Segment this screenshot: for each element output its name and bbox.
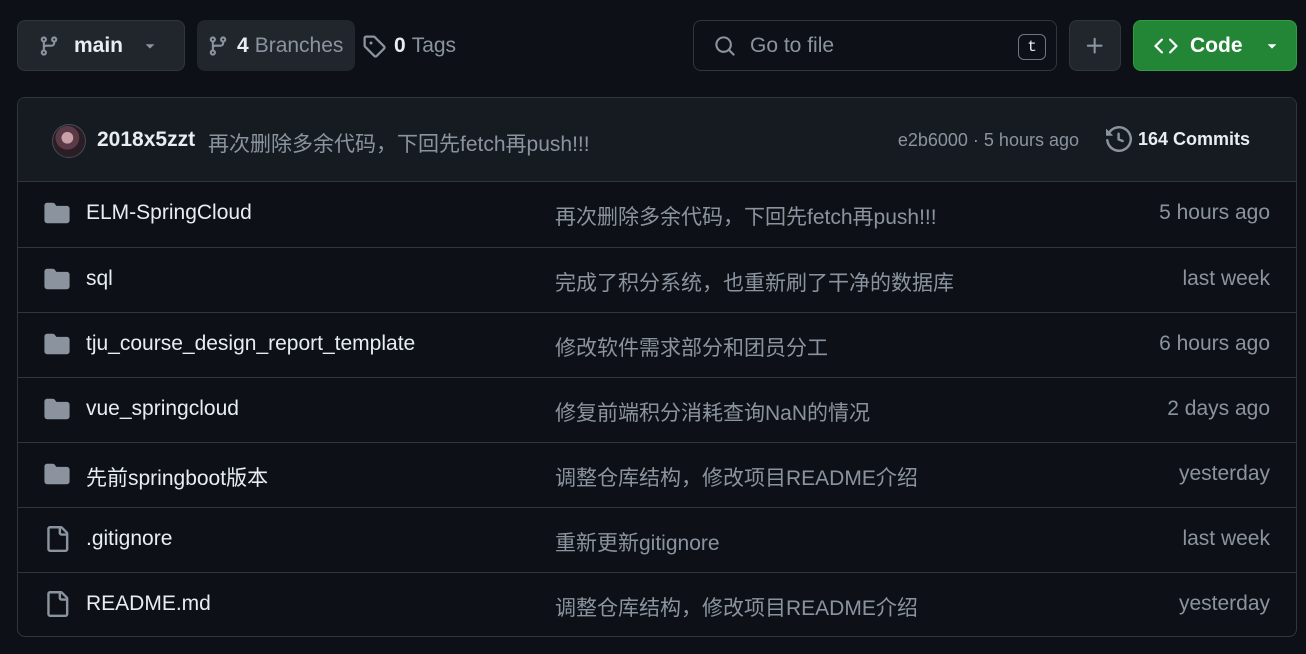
file-row[interactable]: sql 完成了积分系统，也重新刷了干净的数据库 last week — [18, 247, 1296, 312]
latest-commit-header: 2018x5zzt 再次删除多余代码，下回先fetch再push!!! e2b6… — [18, 98, 1296, 182]
file-name-link[interactable]: README.md — [86, 592, 211, 616]
file-name-link[interactable]: ELM-SpringCloud — [86, 201, 252, 225]
folder-icon — [44, 398, 70, 420]
file-commit-message-link[interactable]: 完成了积分系统，也重新刷了干净的数据库 — [555, 267, 954, 297]
file-icon — [44, 591, 70, 617]
go-to-file-search[interactable]: t — [693, 20, 1057, 71]
code-button-label: Code — [1190, 33, 1243, 57]
file-commit-time: 6 hours ago — [1159, 332, 1270, 355]
commits-count: 164 Commits — [1137, 128, 1250, 149]
file-name-link[interactable]: .gitignore — [86, 527, 172, 551]
file-row[interactable]: tju_course_design_report_template 修改软件需求部… — [18, 312, 1296, 377]
file-commit-message-link[interactable]: 重新更新gitignore — [555, 527, 720, 557]
file-icon — [44, 526, 70, 552]
folder-icon — [44, 333, 70, 355]
commits-history-link[interactable]: 164 Commits — [1105, 126, 1250, 152]
file-commit-message-link[interactable]: 修改软件需求部分和团员分工 — [555, 332, 828, 362]
commit-message-link[interactable]: 再次删除多余代码，下回先fetch再push!!! — [208, 128, 590, 158]
avatar[interactable] — [52, 124, 86, 158]
file-row[interactable]: vue_springcloud 修复前端积分消耗查询NaN的情况 2 days ag… — [18, 377, 1296, 442]
search-input[interactable] — [748, 32, 992, 59]
file-row[interactable]: README.md 调整仓库结构，修改项目README介绍 yesterday — [18, 572, 1296, 636]
branches-link[interactable]: 4 Branches — [197, 20, 355, 71]
folder-icon — [44, 202, 70, 224]
file-commit-time: last week — [1182, 527, 1270, 550]
file-table: 2018x5zzt 再次删除多余代码，下回先fetch再push!!! e2b6… — [17, 97, 1297, 637]
folder-icon — [44, 268, 70, 290]
caret-down-icon — [1265, 39, 1279, 53]
file-commit-message-link[interactable]: 调整仓库结构，修改项目README介绍 — [555, 462, 918, 492]
tags-link[interactable]: 0 Tags — [362, 20, 482, 71]
history-icon — [1105, 126, 1132, 152]
git-branch-icon — [207, 35, 229, 57]
file-name-link[interactable]: 先前springboot版本 — [86, 462, 268, 492]
plus-icon — [1084, 35, 1106, 57]
tags-count: 0 — [394, 33, 406, 57]
caret-down-icon — [143, 39, 157, 53]
git-branch-icon — [38, 35, 60, 57]
commit-hash-time[interactable]: e2b6000 · 5 hours ago — [898, 130, 1079, 151]
branches-count: 4 — [237, 33, 249, 57]
file-commit-message-link[interactable]: 修复前端积分消耗查询NaN的情况 — [555, 397, 870, 427]
file-name-link[interactable]: tju_course_design_report_template — [86, 332, 415, 356]
file-commit-time: 2 days ago — [1167, 397, 1270, 420]
file-commit-time: yesterday — [1178, 592, 1270, 615]
shortcut-key-badge: t — [1018, 34, 1046, 60]
file-commit-time: 5 hours ago — [1159, 201, 1270, 224]
file-commit-message-link[interactable]: 再次删除多余代码，下回先fetch再push!!! — [555, 201, 937, 231]
tag-icon — [362, 34, 386, 58]
file-name-link[interactable]: sql — [86, 267, 113, 291]
branch-selector-button[interactable]: main — [17, 20, 185, 71]
folder-icon — [44, 463, 70, 485]
file-row[interactable]: ELM-SpringCloud 再次删除多余代码，下回先fetch再push!!!… — [18, 182, 1296, 247]
add-file-button[interactable] — [1069, 20, 1121, 71]
branches-label: Branches — [254, 33, 344, 57]
code-icon — [1154, 34, 1178, 58]
file-row[interactable]: .gitignore 重新更新gitignore last week — [18, 507, 1296, 572]
commit-author-link[interactable]: 2018x5zzt — [97, 128, 195, 152]
branch-name: main — [74, 33, 124, 57]
file-commit-time: last week — [1182, 267, 1270, 290]
search-icon — [714, 35, 736, 57]
file-commit-time: yesterday — [1178, 462, 1270, 485]
file-commit-message-link[interactable]: 调整仓库结构，修改项目README介绍 — [555, 592, 918, 622]
file-name-link[interactable]: vue_springcloud — [86, 397, 239, 421]
code-button[interactable]: Code — [1133, 20, 1297, 71]
file-row[interactable]: 先前springboot版本 调整仓库结构，修改项目README介绍 yesterd… — [18, 442, 1296, 507]
tags-label: Tags — [411, 33, 457, 57]
